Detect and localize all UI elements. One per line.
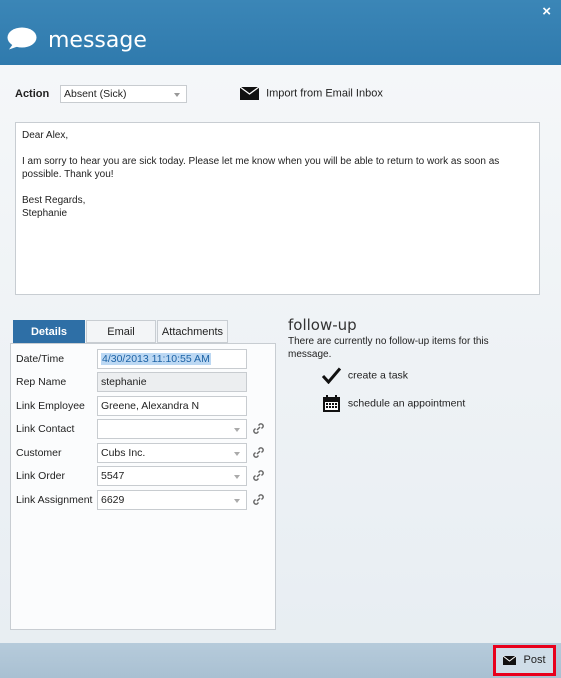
date-time-field[interactable]: 4/30/2013 11:10:55 AM [97, 349, 247, 369]
rep-name-value: stephanie [101, 376, 147, 388]
action-label: Action [15, 88, 50, 100]
chain-link-icon[interactable] [252, 446, 265, 459]
followup-text: There are currently no follow-up items f… [288, 336, 489, 360]
dialog-footer [0, 643, 561, 678]
customer-label: Customer [16, 447, 62, 459]
chevron-down-icon [234, 452, 240, 456]
message-body-textarea[interactable]: Dear Alex, I am sorry to hear you are si… [15, 122, 540, 295]
schedule-appointment-label: schedule an appointment [347, 397, 466, 410]
link-assignment-label: Link Assignment [16, 494, 93, 506]
post-button[interactable]: Post [493, 645, 556, 676]
date-time-value: 4/30/2013 11:10:55 AM [101, 353, 211, 365]
envelope-icon [503, 655, 517, 665]
chevron-down-icon [174, 93, 180, 97]
close-icon[interactable]: × [542, 3, 551, 20]
link-assignment-select[interactable]: 6629 [97, 490, 247, 510]
link-order-label: Link Order [16, 470, 66, 482]
tab-attachments-label: Attachments [161, 326, 224, 338]
tab-details[interactable]: Details [13, 320, 85, 348]
speech-bubble-icon [7, 27, 37, 50]
tab-attachments[interactable]: Attachments [157, 320, 228, 343]
message-signature: Stephanie [22, 208, 68, 219]
link-employee-label: Link Employee [16, 400, 85, 412]
envelope-icon [240, 87, 259, 100]
chain-link-icon[interactable] [252, 493, 265, 506]
calendar-icon [323, 395, 340, 412]
rep-name-label: Rep Name [16, 376, 67, 388]
link-employee-field[interactable]: Greene, Alexandra N [97, 396, 247, 416]
tab-email[interactable]: Email [86, 320, 156, 343]
message-closing: Best Regards, [22, 195, 86, 206]
create-task-label: create a task [347, 369, 409, 382]
chevron-down-icon [234, 428, 240, 432]
followup-title: follow-up [288, 316, 357, 334]
message-dialog: message × Action Absent (Sick) Import fr… [0, 0, 561, 678]
action-select-value: Absent (Sick) [64, 88, 127, 100]
link-contact-label: Link Contact [16, 423, 75, 435]
message-greeting: Dear Alex, [22, 130, 69, 141]
customer-value: Cubs Inc. [101, 447, 146, 459]
rep-name-field: stephanie [97, 372, 247, 392]
date-time-label: Date/Time [16, 353, 65, 365]
chain-link-icon[interactable] [252, 422, 265, 435]
checkmark-icon [321, 367, 342, 385]
detail-tabs: Details Email Attachments [13, 320, 276, 348]
tab-details-label: Details [30, 326, 68, 338]
chevron-down-icon [234, 499, 240, 503]
import-label: Import from Email Inbox [266, 87, 383, 100]
create-task-link[interactable]: create a task [321, 367, 409, 385]
action-select[interactable]: Absent (Sick) [60, 85, 187, 103]
link-order-select[interactable]: 5547 [97, 466, 247, 486]
chain-link-icon[interactable] [252, 469, 265, 482]
customer-select[interactable]: Cubs Inc. [97, 443, 247, 463]
chevron-down-icon [234, 475, 240, 479]
message-body: I am sorry to hear you are sick today. P… [22, 156, 500, 180]
schedule-appointment-link[interactable]: schedule an appointment [322, 394, 465, 413]
link-order-value: 5547 [101, 470, 125, 482]
import-from-email-button[interactable]: Import from Email Inbox [240, 87, 383, 100]
dialog-header: message × [0, 0, 561, 65]
link-contact-select[interactable] [97, 419, 247, 439]
post-label: Post [523, 654, 546, 666]
tab-email-label: Email [107, 326, 135, 338]
link-employee-value: Greene, Alexandra N [101, 400, 200, 412]
dialog-title: message [48, 28, 147, 53]
link-assignment-value: 6629 [101, 494, 125, 506]
